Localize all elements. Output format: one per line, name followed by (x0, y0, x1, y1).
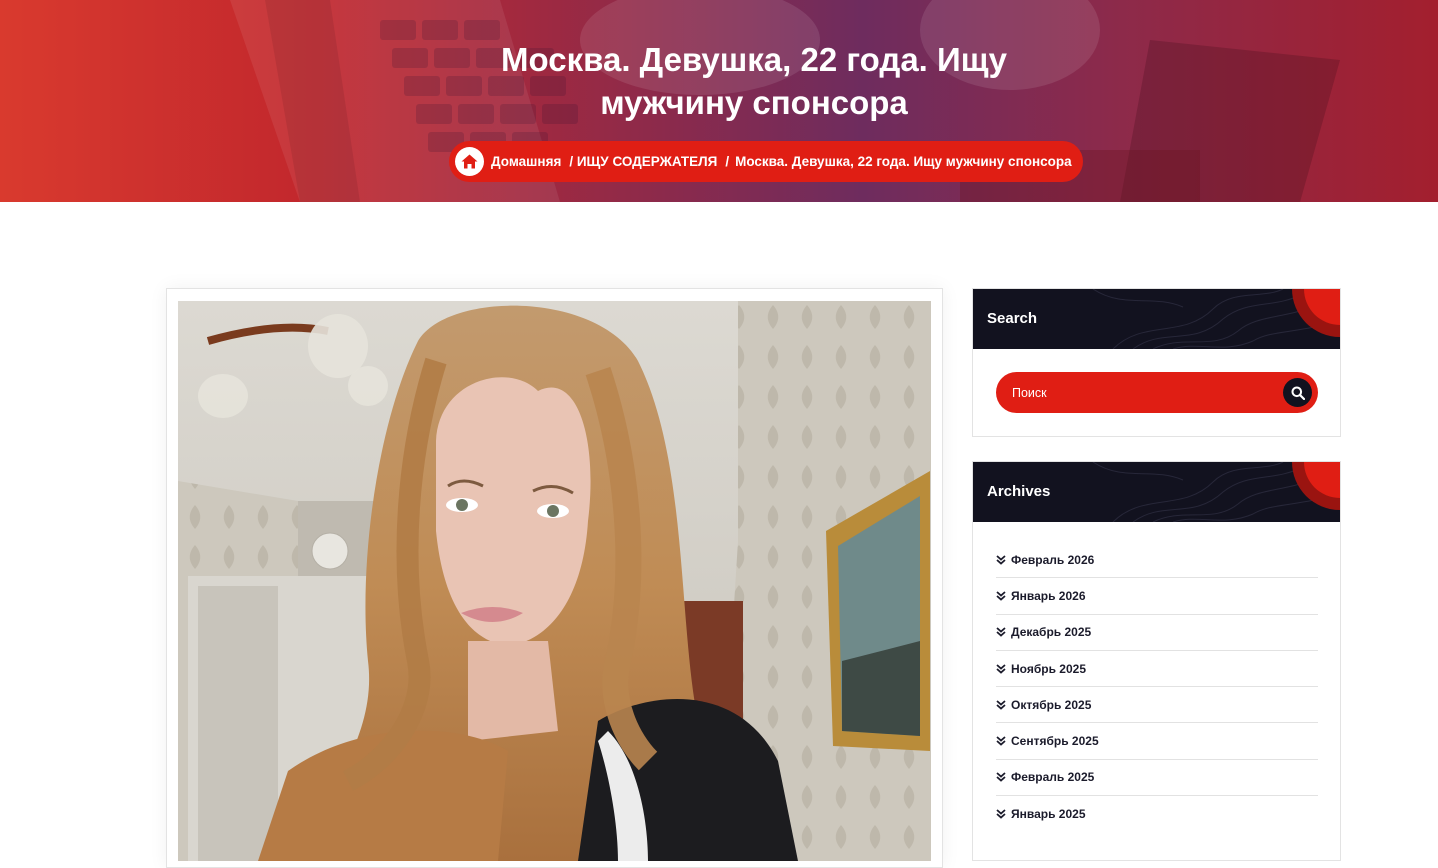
archive-item-label: Январь 2025 (1011, 807, 1086, 822)
breadcrumb-separator: / (725, 154, 730, 169)
search-bar (996, 372, 1318, 413)
archives-widget: Archives Февраль 2026 Январь 2026 Декабр… (972, 461, 1341, 861)
search-widget-header: Search (973, 289, 1340, 349)
breadcrumb-category-link[interactable]: / ИЩУ СОДЕРЖАТЕЛЯ (569, 154, 717, 169)
double-chevron-down-icon (996, 554, 1006, 565)
archive-item-label: Сентябрь 2025 (1011, 734, 1099, 749)
post-featured-image[interactable] (178, 301, 931, 861)
home-icon[interactable] (455, 147, 484, 176)
search-widget: Search (972, 288, 1341, 437)
archives-widget-header: Archives (973, 462, 1340, 522)
archive-item[interactable]: Ноябрь 2025 (996, 651, 1318, 688)
double-chevron-down-icon (996, 700, 1006, 710)
post-card (166, 288, 943, 868)
double-chevron-down-icon (996, 627, 1006, 637)
double-chevron-down-icon (996, 591, 1006, 601)
archive-item-label: Январь 2026 (1011, 588, 1086, 603)
breadcrumb-current: Москва. Девушка, 22 года. Ищу мужчину сп… (735, 154, 1072, 169)
search-widget-title: Search (987, 310, 1038, 327)
archive-item-label: Декабрь 2025 (1011, 625, 1092, 640)
archive-list: Февраль 2026 Январь 2026 Декабрь 2025 Но… (996, 542, 1318, 832)
archive-item[interactable]: Февраль 2025 (996, 760, 1318, 797)
archive-item[interactable]: Октябрь 2025 (996, 687, 1318, 724)
page-title-line-1: Москва. Девушка, 22 года. Ищу (501, 41, 1007, 78)
archive-item[interactable]: Декабрь 2025 (996, 615, 1318, 651)
page-title: Москва. Девушка, 22 года. Ищу мужчину сп… (419, 38, 1089, 124)
archive-item-label: Октябрь 2025 (1011, 697, 1092, 712)
search-icon (1291, 386, 1305, 400)
archive-item[interactable]: Январь 2026 (996, 578, 1318, 615)
search-input[interactable] (1012, 372, 1272, 413)
archive-item[interactable]: Сентябрь 2025 (996, 723, 1318, 760)
double-chevron-down-icon (996, 736, 1006, 746)
page-hero: Москва. Девушка, 22 года. Ищу мужчину сп… (0, 0, 1438, 202)
page-title-line-2: мужчину спонсора (600, 84, 908, 121)
post-photo (178, 301, 931, 861)
breadcrumb: Домашняя / ИЩУ СОДЕРЖАТЕЛЯ / Москва. Дев… (449, 141, 1083, 182)
archive-item[interactable]: Февраль 2026 (996, 542, 1318, 579)
double-chevron-down-icon (996, 809, 1006, 819)
search-button[interactable] (1283, 378, 1312, 407)
archive-item-label: Ноябрь 2025 (1011, 661, 1086, 676)
archive-item-label: Февраль 2026 (1011, 552, 1095, 567)
archive-item[interactable]: Январь 2025 (996, 796, 1318, 832)
archives-widget-title: Archives (987, 483, 1051, 500)
double-chevron-down-icon (996, 663, 1006, 674)
double-chevron-down-icon (996, 772, 1006, 783)
archive-item-label: Февраль 2025 (1011, 770, 1095, 785)
breadcrumb-home-link[interactable]: Домашняя (491, 154, 561, 169)
